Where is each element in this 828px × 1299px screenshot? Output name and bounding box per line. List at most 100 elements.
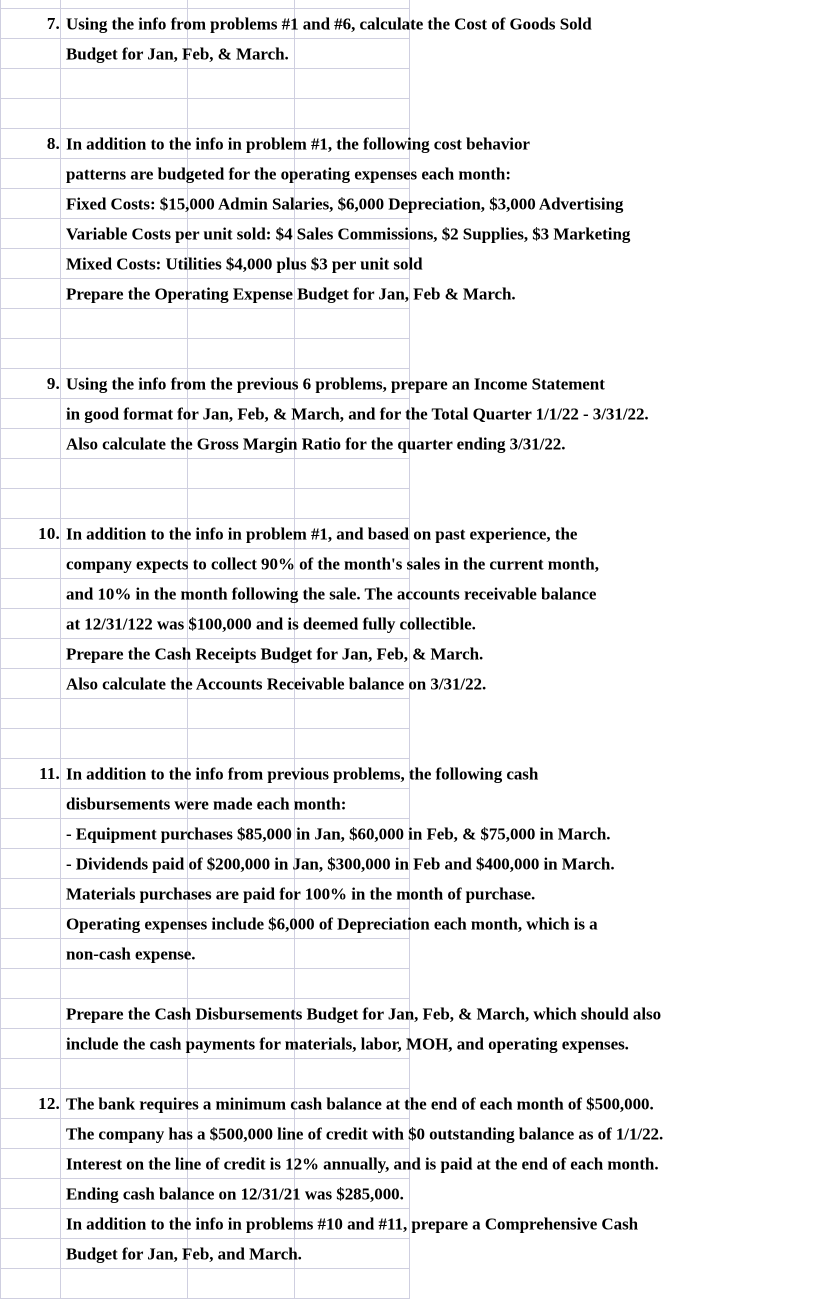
empty-cell[interactable] (187, 1118, 295, 1149)
empty-cell[interactable] (187, 578, 295, 609)
empty-cell[interactable] (294, 158, 410, 189)
problem-text-cell[interactable]: Interest on the line of credit is 12% an… (60, 1148, 659, 1179)
empty-cell[interactable] (294, 608, 410, 639)
empty-cell[interactable] (294, 248, 410, 279)
problem-text-cell[interactable]: Prepare the Cash Disbursements Budget fo… (60, 998, 661, 1029)
problem-number-cell[interactable]: 9. (0, 368, 61, 399)
empty-cell[interactable] (294, 278, 410, 309)
problem-number-cell[interactable] (0, 728, 61, 759)
empty-cell[interactable] (294, 1148, 410, 1179)
empty-cell[interactable] (187, 308, 295, 339)
empty-cell[interactable] (187, 368, 295, 399)
problem-text-cell[interactable]: The bank requires a minimum cash balance… (60, 1088, 654, 1119)
problem-text-cell[interactable]: In addition to the info in problems #10 … (60, 1208, 638, 1239)
empty-cell[interactable] (294, 578, 410, 609)
empty-cell[interactable] (294, 758, 410, 789)
problem-number-cell[interactable] (0, 1118, 61, 1149)
empty-cell[interactable] (294, 0, 410, 9)
problem-number-cell[interactable] (0, 158, 61, 189)
empty-cell[interactable] (294, 788, 410, 819)
empty-cell[interactable] (187, 548, 295, 579)
problem-text-cell[interactable]: Mixed Costs: Utilities $4,000 plus $3 pe… (60, 248, 423, 279)
problem-number-cell[interactable] (0, 698, 61, 729)
empty-cell[interactable] (294, 128, 410, 159)
problem-number-cell[interactable] (0, 638, 61, 669)
empty-cell[interactable] (187, 218, 295, 249)
empty-cell[interactable] (187, 518, 295, 549)
problem-text-cell[interactable]: Prepare the Operating Expense Budget for… (60, 278, 516, 309)
empty-cell[interactable] (294, 428, 410, 459)
empty-cell[interactable] (294, 518, 410, 549)
empty-cell[interactable] (294, 818, 410, 849)
empty-cell[interactable] (187, 488, 295, 519)
problem-number-cell[interactable] (0, 98, 61, 129)
empty-cell[interactable] (187, 608, 295, 639)
problem-text-cell[interactable]: In addition to the info in problem #1, t… (60, 128, 530, 159)
problem-number-cell[interactable] (0, 278, 61, 309)
problem-number-cell[interactable] (0, 338, 61, 369)
problem-number-cell[interactable] (0, 398, 61, 429)
empty-cell[interactable] (187, 128, 295, 159)
problem-text-cell[interactable]: Also calculate the Gross Margin Ratio fo… (60, 428, 565, 459)
empty-cell[interactable] (294, 998, 410, 1029)
problem-text-cell[interactable]: - Equipment purchases $85,000 in Jan, $6… (60, 818, 611, 849)
problem-text-cell[interactable]: and 10% in the month following the sale.… (60, 578, 596, 609)
empty-cell[interactable] (187, 188, 295, 219)
empty-cell[interactable] (187, 38, 295, 69)
problem-number-cell[interactable] (0, 548, 61, 579)
empty-cell[interactable] (294, 968, 410, 999)
empty-cell[interactable] (294, 308, 410, 339)
empty-cell[interactable] (294, 398, 410, 429)
problem-text-cell[interactable] (60, 1268, 188, 1299)
empty-cell[interactable] (187, 68, 295, 99)
problem-number-cell[interactable] (0, 428, 61, 459)
empty-cell[interactable] (294, 368, 410, 399)
problem-text-cell[interactable] (60, 308, 188, 339)
empty-cell[interactable] (294, 1268, 410, 1299)
empty-cell[interactable] (294, 458, 410, 489)
problem-number-cell[interactable] (0, 1238, 61, 1269)
empty-cell[interactable] (294, 1178, 410, 1209)
empty-cell[interactable] (294, 38, 410, 69)
empty-cell[interactable] (187, 1178, 295, 1209)
problem-text-cell[interactable]: company expects to collect 90% of the mo… (60, 548, 599, 579)
empty-cell[interactable] (294, 1118, 410, 1149)
problem-number-cell[interactable] (0, 968, 61, 999)
problem-text-cell[interactable]: Using the info from the previous 6 probl… (60, 368, 605, 399)
problem-number-cell[interactable] (0, 1148, 61, 1179)
empty-cell[interactable] (187, 728, 295, 759)
empty-cell[interactable] (187, 848, 295, 879)
empty-cell[interactable] (187, 938, 295, 969)
empty-cell[interactable] (187, 1028, 295, 1059)
empty-cell[interactable] (294, 728, 410, 759)
problem-text-cell[interactable]: at 12/31/122 was $100,000 and is deemed … (60, 608, 476, 639)
empty-cell[interactable] (187, 638, 295, 669)
empty-cell[interactable] (187, 278, 295, 309)
problem-number-cell[interactable] (0, 878, 61, 909)
empty-cell[interactable] (294, 218, 410, 249)
empty-cell[interactable] (187, 1058, 295, 1089)
empty-cell[interactable] (187, 1088, 295, 1119)
empty-cell[interactable] (294, 938, 410, 969)
empty-cell[interactable] (187, 668, 295, 699)
problem-text-cell[interactable]: disbursements were made each month: (60, 788, 346, 819)
problem-number-cell[interactable] (0, 938, 61, 969)
empty-cell[interactable] (294, 338, 410, 369)
problem-text-cell[interactable]: In addition to the info in problem #1, a… (60, 518, 577, 549)
empty-cell[interactable] (294, 488, 410, 519)
empty-cell[interactable] (294, 908, 410, 939)
empty-cell[interactable] (187, 698, 295, 729)
problem-text-cell[interactable]: - Dividends paid of $200,000 in Jan, $30… (60, 848, 615, 879)
problem-text-cell[interactable]: in good format for Jan, Feb, & March, an… (60, 398, 649, 429)
problem-number-cell[interactable]: 7. (0, 8, 61, 39)
empty-cell[interactable] (187, 428, 295, 459)
problem-text-cell[interactable]: Operating expenses include $6,000 of Dep… (60, 908, 598, 939)
problem-text-cell[interactable] (60, 98, 188, 129)
problem-number-cell[interactable]: 8. (0, 128, 61, 159)
empty-cell[interactable] (187, 8, 295, 39)
problem-number-cell[interactable] (0, 1268, 61, 1299)
empty-cell[interactable] (187, 1148, 295, 1179)
empty-cell[interactable] (294, 848, 410, 879)
problem-text-cell[interactable] (60, 458, 188, 489)
empty-cell[interactable] (187, 158, 295, 189)
